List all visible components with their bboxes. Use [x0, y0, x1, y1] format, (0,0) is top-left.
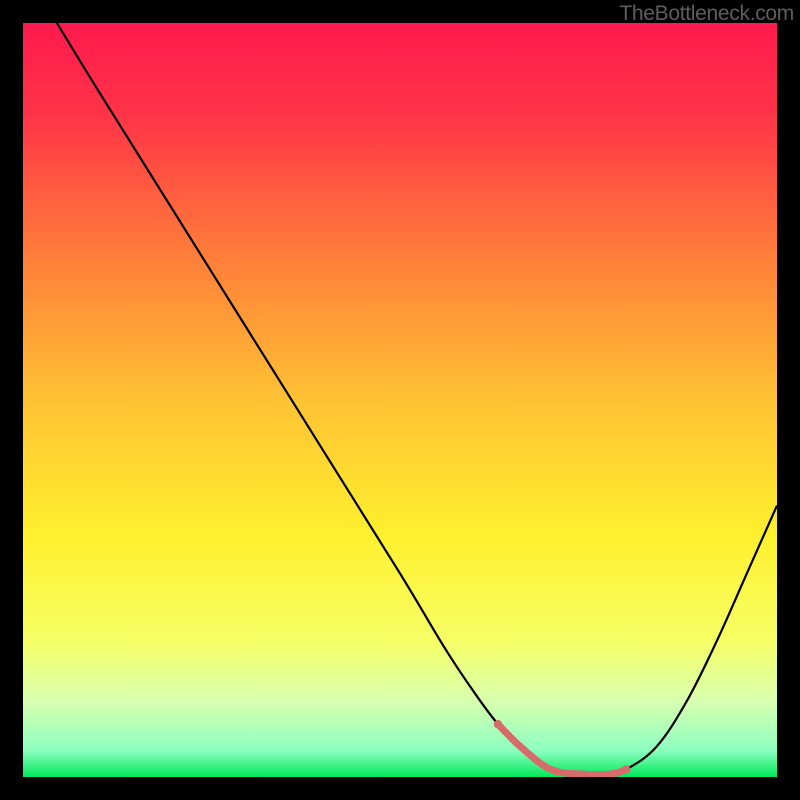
bottleneck-chart [23, 23, 777, 777]
chart-frame [23, 23, 777, 777]
gradient-background [23, 23, 777, 777]
highlight-end-cap [622, 765, 630, 773]
highlight-start-cap [494, 720, 502, 728]
watermark-text: TheBottleneck.com [619, 2, 794, 26]
